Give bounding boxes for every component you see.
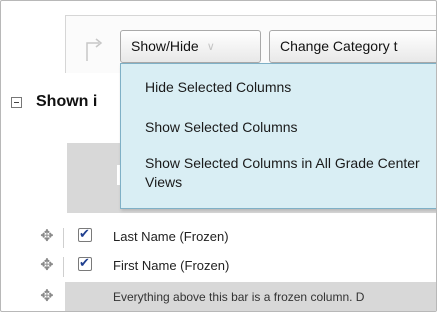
- drag-handle-icon[interactable]: ✥: [39, 289, 55, 305]
- row-divider: [63, 257, 64, 277]
- row-checkbox[interactable]: [78, 226, 92, 242]
- menu-item-show-selected[interactable]: Show Selected Columns: [145, 118, 298, 137]
- grade-center-panel: Show/Hide ∨ Change Category t Shown i ✥ L…: [0, 0, 437, 312]
- turn-arrow-icon: [86, 38, 103, 61]
- row-label: First Name (Frozen): [113, 258, 230, 273]
- frozen-note: Everything above this bar is a frozen co…: [113, 290, 365, 304]
- section-title: Shown i: [36, 93, 98, 110]
- row-label: Last Name (Frozen): [113, 229, 229, 244]
- row-checkbox[interactable]: [78, 255, 92, 271]
- row-divider: [63, 228, 64, 248]
- show-hide-label: Show/Hide: [131, 38, 199, 54]
- show-hide-dropdown-menu: Hide Selected Columns Show Selected Colu…: [120, 63, 436, 209]
- table-row: ✥ Last Name (Frozen): [33, 222, 436, 254]
- collapse-icon[interactable]: [11, 97, 22, 108]
- table-row: ✥ First Name (Frozen): [33, 251, 436, 283]
- change-category-button[interactable]: Change Category t: [269, 30, 436, 63]
- menu-item-show-selected-all-views[interactable]: Show Selected Columns in All Grade Cente…: [145, 154, 425, 192]
- frozen-column-bar[interactable]: Everything above this bar is a frozen co…: [65, 282, 436, 311]
- menu-item-hide-selected[interactable]: Hide Selected Columns: [145, 78, 291, 97]
- frozen-divider-row: ✥ Everything above this bar is a frozen …: [33, 282, 436, 311]
- drag-handle-icon[interactable]: ✥: [39, 229, 55, 245]
- change-category-label: Change Category t: [280, 38, 398, 54]
- show-hide-button[interactable]: Show/Hide ∨: [120, 30, 261, 63]
- drag-handle-icon[interactable]: ✥: [39, 258, 55, 274]
- chevron-down-icon: ∨: [206, 41, 215, 53]
